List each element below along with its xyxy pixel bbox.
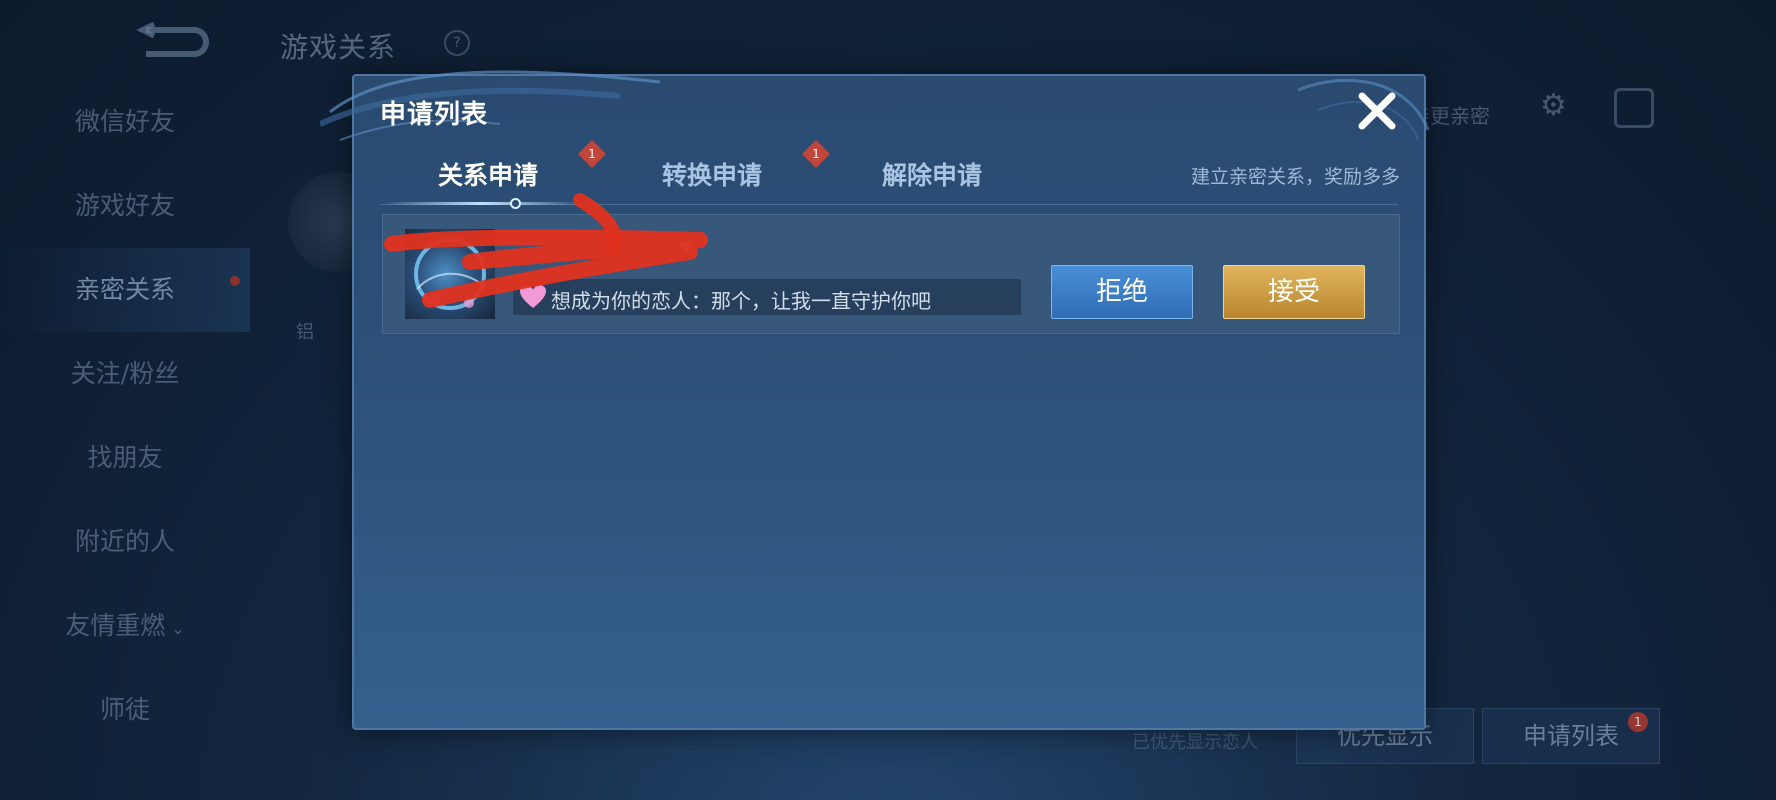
gender-icon: ▼: [679, 237, 693, 258]
request-row: ▼ 想成为你的恋人：那个，让我一直守护你吧 拒绝 接受: [382, 214, 1400, 334]
decorative-swoosh: [320, 70, 661, 141]
reject-button[interactable]: 拒绝: [1051, 265, 1193, 319]
sidebar-item-rekindle[interactable]: 友情重燃 ⌄: [0, 584, 250, 668]
level-label: 铝: [296, 322, 314, 343]
notification-dot: [230, 276, 240, 286]
help-icon[interactable]: ?: [444, 30, 470, 56]
tab-convert-request[interactable]: 转换申请 1: [662, 139, 831, 204]
accept-button[interactable]: 接受: [1223, 265, 1365, 319]
request-message-text: 想成为你的恋人：那个，让我一直守护你吧: [551, 289, 931, 313]
apply-list-dialog: 申请列表 关系申请 1 转换申请 1 解除申请 建立亲密关系，奖励多多 ▼ 想成…: [320, 70, 1430, 730]
sidebar-item-mentor[interactable]: 师徒: [0, 668, 250, 752]
active-tab-indicator: [382, 198, 582, 209]
heart-icon: [520, 285, 546, 308]
apply-list-badge: 1: [1628, 712, 1648, 732]
gear-icon[interactable]: ⚙: [1540, 88, 1567, 123]
close-icon[interactable]: [1354, 88, 1400, 134]
dialog-title: 申请列表: [380, 100, 489, 130]
shop-icon[interactable]: [1614, 88, 1654, 128]
tab-relationship-request[interactable]: 关系申请 1: [438, 139, 607, 204]
tab-dissolve-request[interactable]: 解除申请: [882, 148, 982, 204]
sidebar-item-follow[interactable]: 关注/粉丝: [0, 332, 250, 416]
avatar[interactable]: [405, 229, 495, 319]
reward-tip: 建立亲密关系，奖励多多: [1190, 166, 1400, 188]
sidebar-item-game-friends[interactable]: 游戏好友: [0, 164, 250, 248]
priority-hint: 已优先显示恋人: [1132, 732, 1258, 753]
back-icon[interactable]: [132, 22, 210, 62]
sidebar: 微信好友 游戏好友 亲密关系 关注/粉丝 找朋友 附近的人 友情重燃 ⌄ 师徒: [0, 80, 250, 800]
page-title: 游戏关系: [280, 31, 397, 64]
tab-badge: 1: [577, 139, 607, 169]
chevron-down-icon: ⌄: [171, 619, 185, 638]
sidebar-item-wechat-friends[interactable]: 微信好友: [0, 80, 250, 164]
sidebar-item-find-friends[interactable]: 找朋友: [0, 416, 250, 500]
request-message: 想成为你的恋人：那个，让我一直守护你吧: [513, 279, 1021, 315]
tab-badge: 1: [801, 139, 831, 169]
sidebar-item-intimate[interactable]: 亲密关系: [0, 248, 250, 332]
sidebar-item-nearby[interactable]: 附近的人: [0, 500, 250, 584]
